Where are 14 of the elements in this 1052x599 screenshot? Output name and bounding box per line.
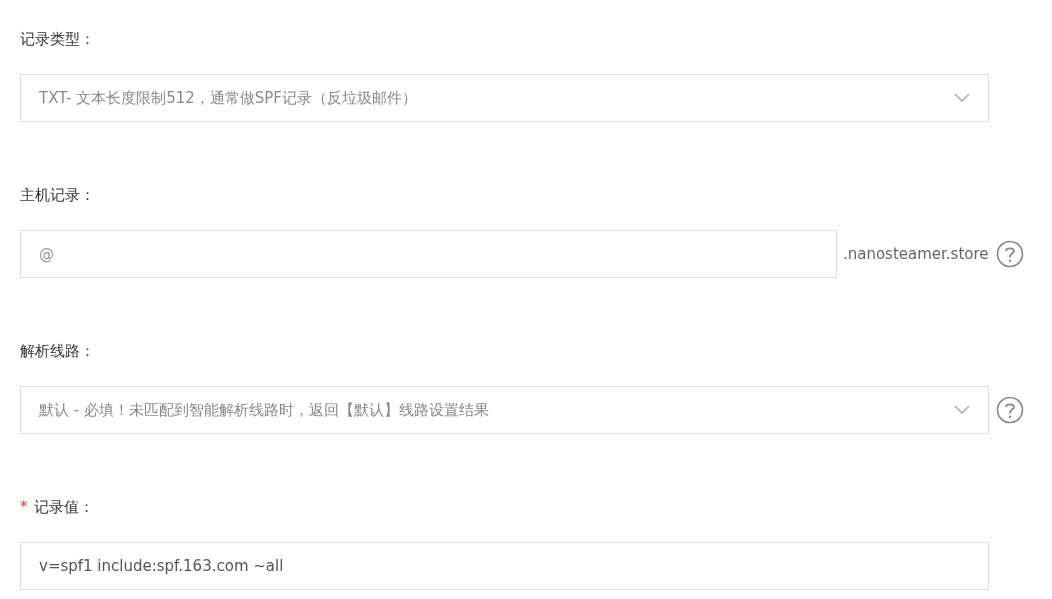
chevron-down-icon (953, 93, 970, 103)
field-label: 主机记录： (20, 185, 95, 205)
field-label: 记录类型： (20, 29, 95, 49)
select-field[interactable]: 默认 - 必填！未匹配到智能解析线路时，返回【默认】线路设置结果 (20, 386, 989, 434)
input-field[interactable]: v=spf1 include:spf.163.com ~all (20, 542, 989, 590)
domain-suffix: .nanosteamer.store (842, 245, 989, 263)
required-mark: * (20, 498, 28, 516)
help-icon[interactable] (996, 240, 1025, 268)
select-field[interactable]: TXT- 文本长度限制512，通常做SPF记录（反垃圾邮件） (20, 74, 989, 122)
input-field[interactable]: @ (20, 230, 837, 278)
field-label: 解析线路： (20, 341, 95, 361)
chevron-down-icon (953, 405, 970, 415)
help-icon[interactable] (996, 396, 1025, 424)
field-label: 记录值： (33, 497, 94, 517)
